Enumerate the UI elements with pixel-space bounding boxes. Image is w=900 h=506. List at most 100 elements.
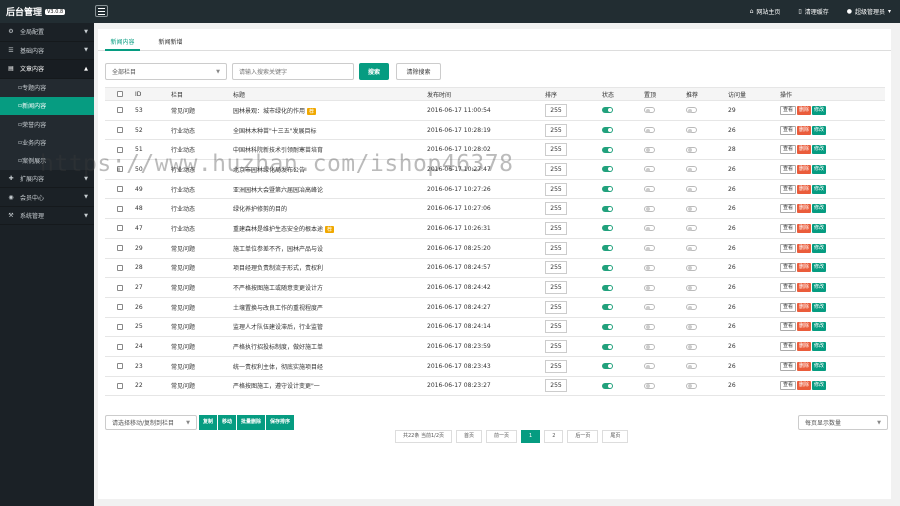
sort-order-input[interactable]: 255 [545, 221, 567, 235]
edit-button[interactable]: 修改 [812, 381, 827, 391]
recommend-toggle[interactable] [686, 127, 697, 134]
status-toggle[interactable] [602, 205, 613, 212]
sort-order-input[interactable]: 255 [545, 281, 567, 295]
edit-button[interactable]: 修改 [812, 223, 827, 233]
pin-toggle[interactable] [644, 363, 655, 370]
pin-toggle[interactable] [644, 205, 655, 212]
edit-button[interactable]: 修改 [812, 263, 827, 273]
pin-toggle[interactable] [644, 382, 655, 389]
sidebar-subitem-6[interactable]: ▫ 业务内容 [0, 133, 94, 152]
pin-toggle[interactable] [644, 323, 655, 330]
recommend-toggle[interactable] [686, 343, 697, 350]
status-toggle[interactable] [602, 382, 613, 389]
row-checkbox[interactable] [117, 343, 123, 350]
pin-toggle[interactable] [644, 186, 655, 193]
view-button[interactable]: 查看 [780, 164, 797, 174]
row-checkbox[interactable] [117, 225, 123, 232]
recommend-toggle[interactable] [686, 245, 697, 252]
edit-button[interactable]: 修改 [812, 302, 827, 312]
batch-button-0[interactable]: 复制 [199, 415, 218, 430]
edit-button[interactable]: 修改 [812, 145, 827, 155]
pin-toggle[interactable] [644, 284, 655, 291]
sort-order-input[interactable]: 255 [545, 202, 567, 216]
recommend-toggle[interactable] [686, 166, 697, 173]
edit-button[interactable]: 修改 [812, 283, 827, 293]
sort-order-input[interactable]: 255 [545, 300, 567, 314]
prev-page-button[interactable]: 前一页 [486, 430, 518, 443]
edit-button[interactable]: 修改 [812, 204, 827, 214]
menu-toggle-button[interactable] [95, 5, 108, 17]
page-button-2[interactable]: 2 [544, 430, 564, 443]
row-checkbox[interactable] [117, 245, 123, 252]
recommend-toggle[interactable] [686, 304, 697, 311]
row-checkbox[interactable] [117, 382, 123, 389]
edit-button[interactable]: 修改 [812, 342, 827, 352]
sidebar-item-2[interactable]: ▤ 文章内容 ▲ [0, 60, 94, 79]
delete-button[interactable]: 删除 [797, 204, 812, 214]
sidebar-subitem-7[interactable]: ▫ 案例展示 [0, 151, 94, 170]
clear-search-button[interactable]: 清除搜索 [396, 63, 441, 80]
recommend-toggle[interactable] [686, 264, 697, 271]
row-checkbox[interactable] [117, 323, 123, 330]
status-toggle[interactable] [602, 186, 613, 193]
view-button[interactable]: 查看 [780, 105, 797, 115]
sidebar-subitem-5[interactable]: ▫ 荣誉内容 [0, 115, 94, 134]
row-checkbox[interactable] [117, 107, 123, 114]
pin-toggle[interactable] [644, 264, 655, 271]
batch-button-2[interactable]: 批量删除 [237, 415, 266, 430]
edit-button[interactable]: 修改 [812, 184, 827, 194]
tab-news-add[interactable]: 新闻新增 [153, 35, 188, 51]
status-toggle[interactable] [602, 146, 613, 153]
pin-toggle[interactable] [644, 107, 655, 114]
sort-order-input[interactable]: 255 [545, 123, 567, 137]
category-select[interactable]: 全部栏目 ▼ [105, 63, 227, 80]
delete-button[interactable]: 删除 [797, 342, 812, 352]
edit-button[interactable]: 修改 [812, 361, 827, 371]
status-toggle[interactable] [602, 166, 613, 173]
status-toggle[interactable] [602, 323, 613, 330]
select-all-checkbox[interactable] [117, 91, 123, 97]
sort-order-input[interactable]: 255 [545, 241, 567, 255]
status-toggle[interactable] [602, 245, 613, 252]
recommend-toggle[interactable] [686, 205, 697, 212]
row-checkbox[interactable] [117, 205, 123, 212]
recommend-toggle[interactable] [686, 107, 697, 114]
recommend-toggle[interactable] [686, 363, 697, 370]
row-checkbox[interactable] [117, 127, 123, 134]
recommend-toggle[interactable] [686, 146, 697, 153]
sort-order-input[interactable]: 255 [545, 359, 567, 373]
sidebar-item-1[interactable]: ☰ 基础内容 ▼ [0, 42, 94, 60]
delete-button[interactable]: 删除 [797, 145, 812, 155]
pin-toggle[interactable] [644, 146, 655, 153]
view-button[interactable]: 查看 [780, 322, 797, 332]
sidebar-item-10[interactable]: ⚒ 系统管理 ▼ [0, 207, 94, 226]
status-toggle[interactable] [602, 225, 613, 232]
move-copy-select[interactable]: 请选择移动/复制到栏目 ▼ [105, 415, 197, 430]
pin-toggle[interactable] [644, 343, 655, 350]
status-toggle[interactable] [602, 127, 613, 134]
edit-button[interactable]: 修改 [812, 125, 827, 135]
recommend-toggle[interactable] [686, 382, 697, 389]
pin-toggle[interactable] [644, 225, 655, 232]
home-link[interactable]: ⌂ 网站主页 [750, 7, 781, 16]
status-toggle[interactable] [602, 304, 613, 311]
view-button[interactable]: 查看 [780, 283, 797, 293]
view-button[interactable]: 查看 [780, 361, 797, 371]
status-toggle[interactable] [602, 343, 613, 350]
row-checkbox[interactable] [117, 146, 123, 153]
delete-button[interactable]: 删除 [797, 164, 812, 174]
view-button[interactable]: 查看 [780, 302, 797, 312]
pin-toggle[interactable] [644, 166, 655, 173]
search-input[interactable]: 请输入搜索关键字 [232, 63, 354, 80]
status-toggle[interactable] [602, 284, 613, 291]
view-button[interactable]: 查看 [780, 243, 797, 253]
edit-button[interactable]: 修改 [812, 105, 827, 115]
sort-order-input[interactable]: 255 [545, 143, 567, 157]
view-button[interactable]: 查看 [780, 223, 797, 233]
view-button[interactable]: 查看 [780, 204, 797, 214]
sort-order-input[interactable]: 255 [545, 182, 567, 196]
delete-button[interactable]: 删除 [797, 105, 812, 115]
sort-order-input[interactable]: 255 [545, 320, 567, 334]
sort-order-input[interactable]: 255 [545, 162, 567, 176]
edit-button[interactable]: 修改 [812, 243, 827, 253]
